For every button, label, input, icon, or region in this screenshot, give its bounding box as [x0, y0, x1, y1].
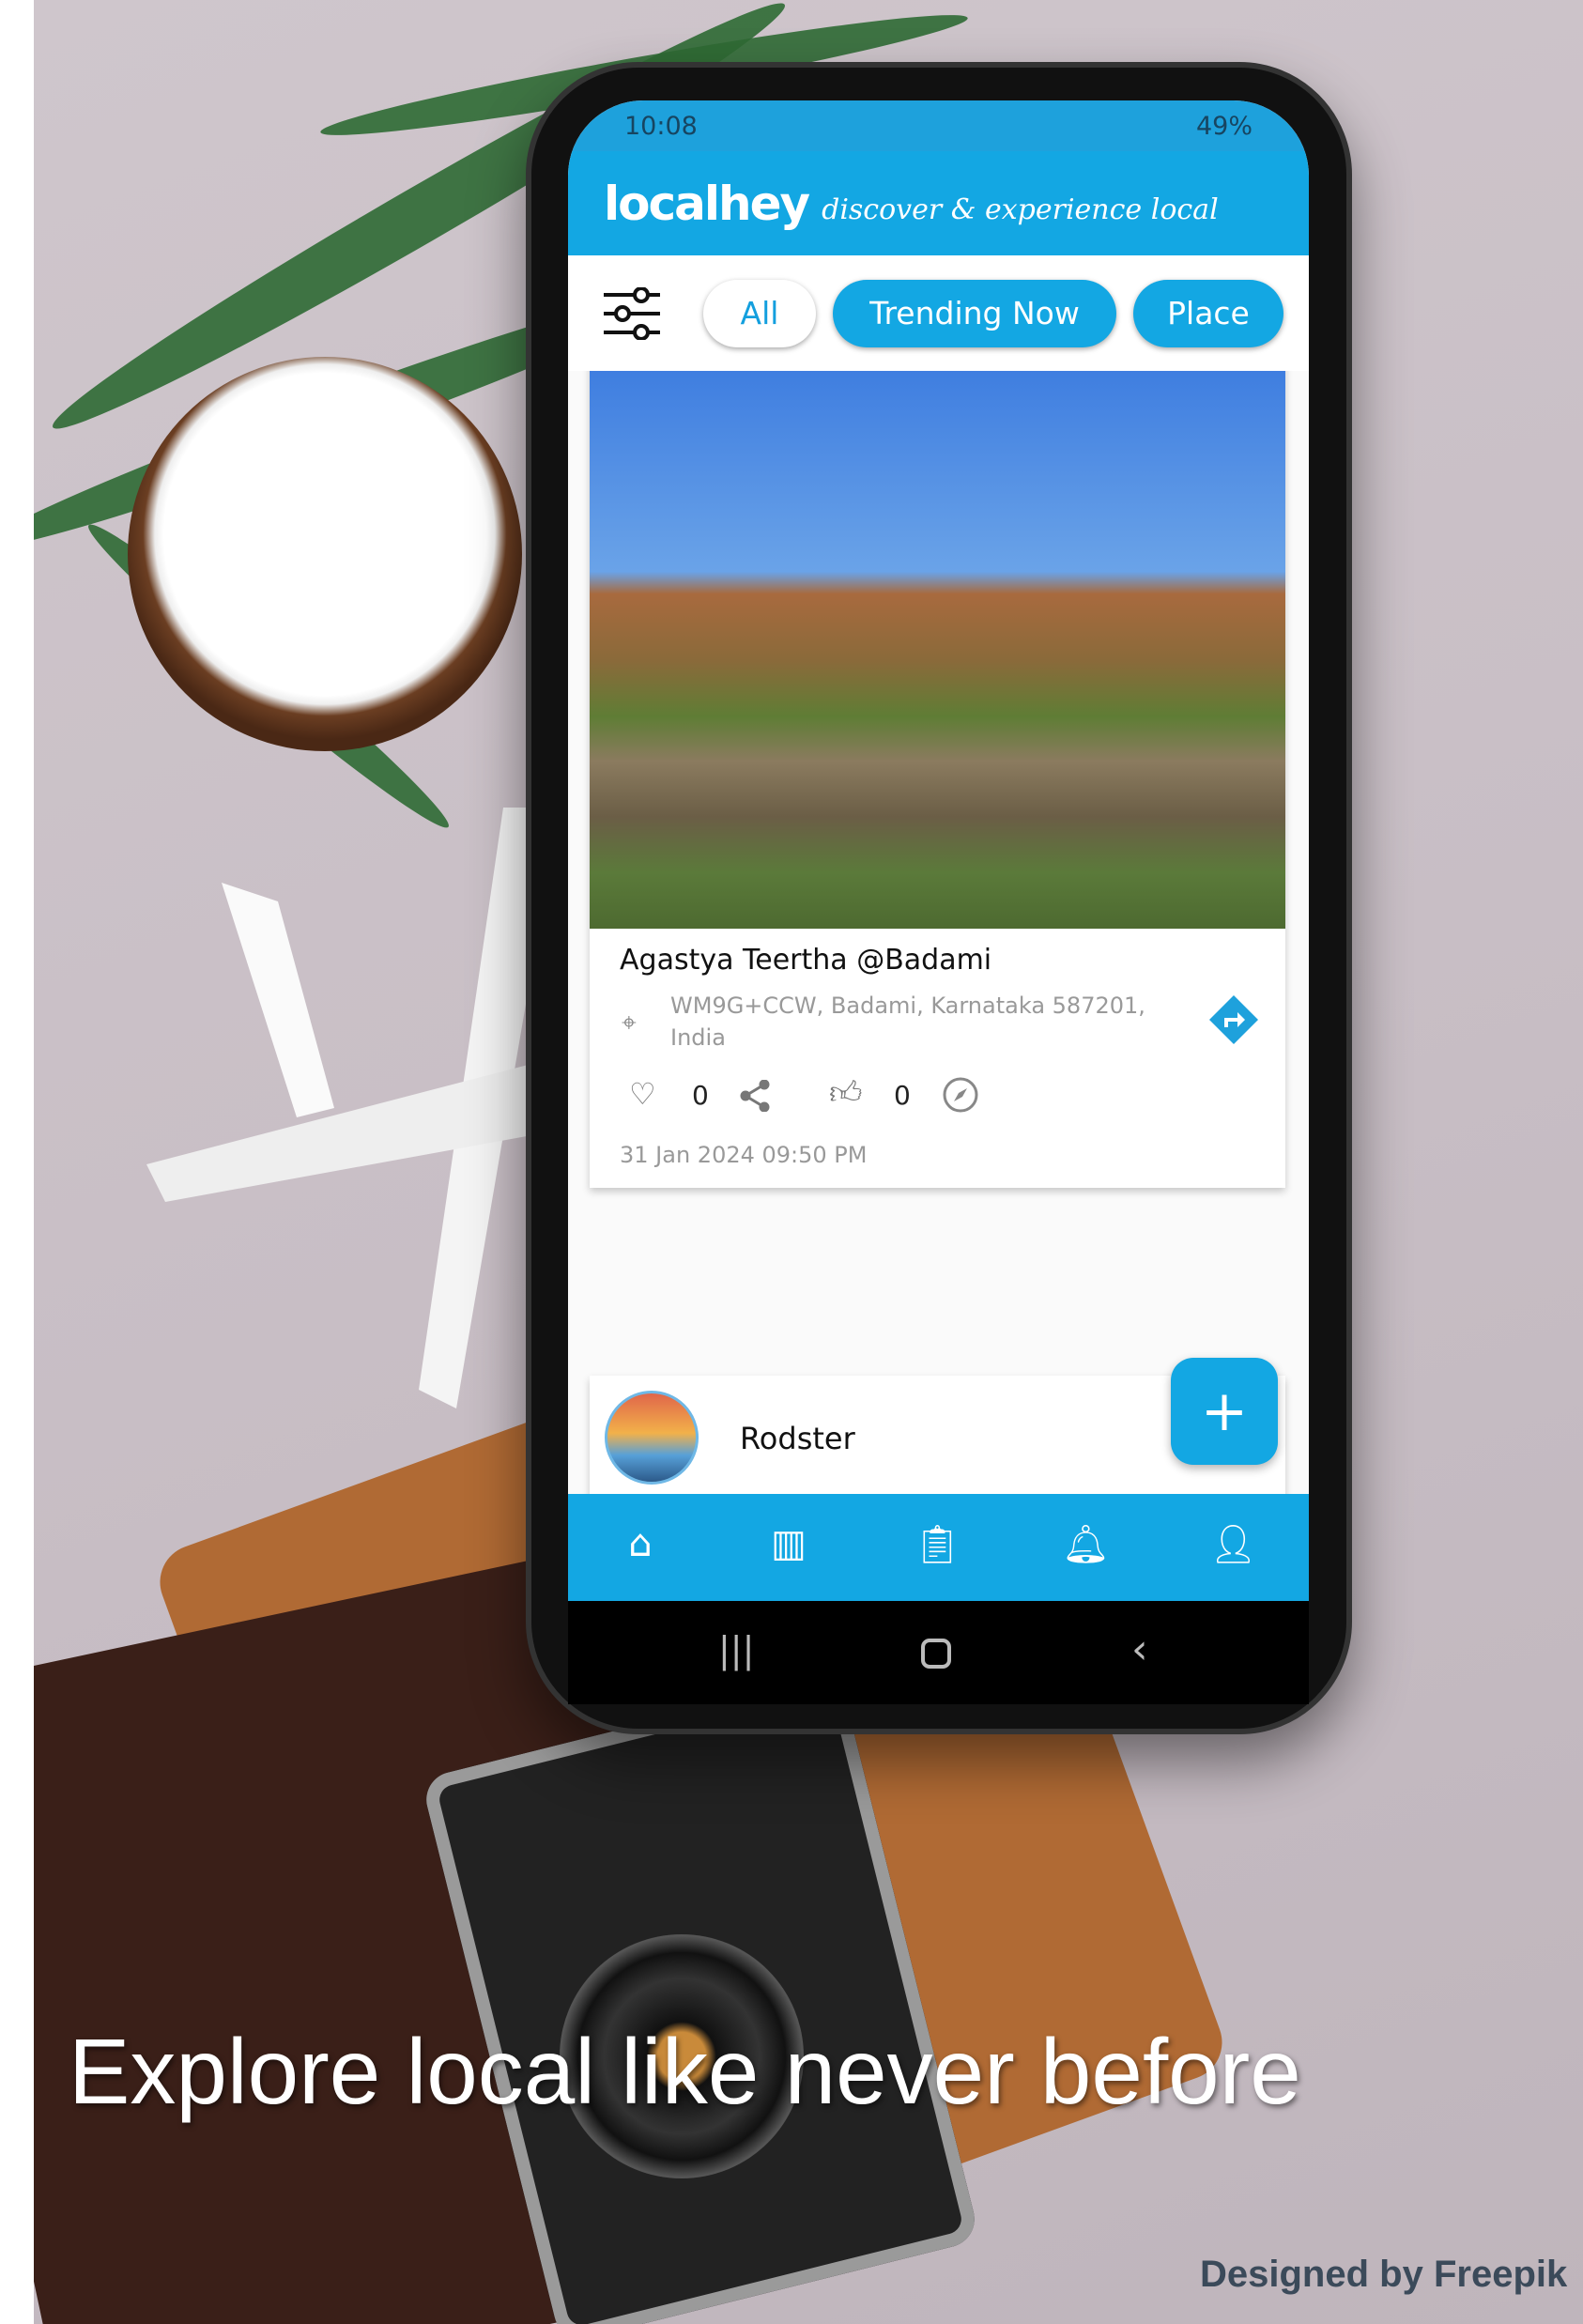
clipboard-icon[interactable]: 📋︎ — [914, 1522, 961, 1569]
home-system-icon[interactable] — [921, 1639, 951, 1669]
bell-icon[interactable]: 🔔︎ — [1062, 1522, 1110, 1569]
heart-icon[interactable]: ♡ — [629, 1076, 656, 1112]
recent-apps-icon[interactable]: ||| — [718, 1629, 754, 1670]
phone-screen: 10:08 49% localhey discover & experience… — [568, 100, 1309, 1704]
compass-icon[interactable] — [942, 1076, 979, 1114]
app-tagline: discover & experience local — [822, 193, 1219, 226]
back-icon[interactable]: ‹ — [1131, 1625, 1148, 1673]
app-logo: localhey — [604, 176, 810, 231]
likes-count: 0 — [692, 1080, 709, 1111]
add-post-button[interactable]: + — [1171, 1358, 1278, 1465]
status-battery: 49% — [1195, 111, 1253, 141]
filter-chip-place[interactable]: Place — [1133, 279, 1283, 347]
post-feed[interactable]: Agastya Teertha @Badami ⌖ WM9G+CCW, Bada… — [568, 371, 1309, 1494]
status-bar: 10:08 49% — [568, 100, 1309, 151]
user-icon[interactable]: 👤︎ — [1209, 1522, 1257, 1569]
post-title: Agastya Teertha @Badami — [620, 944, 992, 977]
post-card[interactable]: Agastya Teertha @Badami ⌖ WM9G+CCW, Bada… — [590, 371, 1285, 1188]
coconut — [128, 357, 522, 751]
bottom-navigation: ⌂ ▥ 📋︎ 🔔︎ 👤︎ — [568, 1494, 1309, 1601]
thumbs-up-icon[interactable]: 👍︎ — [829, 1074, 863, 1113]
home-icon[interactable]: ⌂ — [617, 1522, 664, 1569]
directions-icon[interactable] — [1209, 995, 1258, 1044]
thumbs-count: 0 — [894, 1080, 911, 1111]
post-date: 31 Jan 2024 09:50 PM — [620, 1142, 868, 1168]
filter-bar: All Trending Now Place — [568, 255, 1309, 371]
share-icon[interactable] — [740, 1080, 770, 1112]
app-header: localhey discover & experience local — [568, 151, 1309, 255]
filter-chip-all[interactable]: All — [703, 279, 816, 347]
filter-sliders-icon[interactable] — [604, 286, 660, 340]
post-address: WM9G+CCW, Badami, Karnataka 587201, Indi… — [670, 993, 1145, 1051]
status-time: 10:08 — [624, 111, 698, 141]
avatar[interactable] — [605, 1391, 699, 1485]
filter-chip-trending[interactable]: Trending Now — [833, 279, 1116, 347]
post-author[interactable]: Rodster — [740, 1421, 855, 1456]
poster-credit: Designed by Freepik — [1200, 2254, 1568, 2295]
map-icon[interactable]: ▥ — [765, 1522, 812, 1569]
poster-headline: Explore local like never before — [69, 2020, 1301, 2123]
location-pin-icon: ⌖ — [622, 1007, 637, 1038]
post-image[interactable] — [590, 371, 1285, 929]
toy-airplane — [146, 808, 578, 1408]
system-navigation: ||| ‹ — [568, 1601, 1309, 1704]
